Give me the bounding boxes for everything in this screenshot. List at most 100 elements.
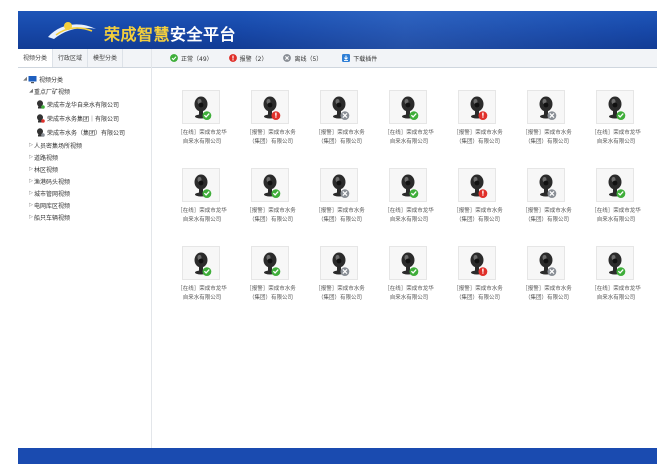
camera-caption-line2: 自来水有限公司 xyxy=(596,295,636,301)
camera-tile[interactable]: ［在线］荣成市龙华 自来水有限公司 xyxy=(377,230,441,304)
tab-video-category[interactable]: 视频分类 xyxy=(18,49,54,67)
camera-caption-line2: （集团）有限公司 xyxy=(317,217,362,223)
camera-thumbnail[interactable] xyxy=(527,168,565,202)
camera-tile[interactable]: ［报警］荣成市水务 （集团）有限公司 xyxy=(515,74,579,148)
camera-caption: ［在线］荣成市龙华 自来水有限公司 xyxy=(170,129,234,147)
camera-caption: ［在线］荣成市龙华 自来水有限公司 xyxy=(377,129,441,147)
tree-leaf-label: 荣成市水务集团｜有限公司 xyxy=(47,115,120,123)
download-plugin-button[interactable]: 下载插件 xyxy=(342,54,377,63)
camera-tile[interactable]: ［在线］荣成市龙华 自来水有限公司 xyxy=(377,152,441,226)
camera-tile[interactable]: ［在线］荣成市龙华 自来水有限公司 xyxy=(584,152,648,226)
filter-offline[interactable]: 离线（5） xyxy=(283,54,322,63)
camera-caption: ［报警］荣成市水务 （集团）有限公司 xyxy=(446,285,510,303)
camera-caption-line2: （集团）有限公司 xyxy=(524,295,569,301)
camera-thumbnail[interactable] xyxy=(527,246,565,280)
camera-caption-line2: 自来水有限公司 xyxy=(389,217,429,223)
camera-tile[interactable]: ［报警］荣成市水务 （集团）有限公司 xyxy=(308,230,372,304)
camera-thumbnail[interactable] xyxy=(251,246,289,280)
tree-item-label: 道路视频 xyxy=(34,154,59,162)
tree-item-key-mines[interactable]: ◢ 重点厂矿视频 xyxy=(22,85,151,97)
filter-normal-label: 正常（49） xyxy=(181,55,213,63)
tree-leaf-label: 荣成市水务（集团）有限公司 xyxy=(47,129,126,137)
camera-thumbnail[interactable] xyxy=(596,168,634,202)
camera-caption-line2: 自来水有限公司 xyxy=(182,139,222,145)
camera-thumbnail[interactable] xyxy=(389,246,427,280)
tree-item-forest[interactable]: ▷ 林区视频 xyxy=(22,163,151,175)
camera-tile[interactable]: ［报警］荣成市水务 （集团）有限公司 xyxy=(239,74,303,148)
camera-tile[interactable]: ［报警］荣成市水务 （集团）有限公司 xyxy=(308,152,372,226)
camera-thumbnail[interactable] xyxy=(458,90,496,124)
camera-thumbnail[interactable] xyxy=(596,246,634,280)
camera-caption-line1: ［在线］荣成市龙华 xyxy=(591,208,641,214)
sidebar-tabs: 视频分类 行政区域 模型分类 xyxy=(18,49,151,68)
camera-tile[interactable]: ［在线］荣成市龙华 自来水有限公司 xyxy=(584,230,648,304)
camera-tile[interactable]: ［在线］荣成市龙华 自来水有限公司 xyxy=(170,152,234,226)
tab-admin-region[interactable]: 行政区域 xyxy=(53,49,89,67)
tree-item-power-reservoir[interactable]: ▷ 电网库区视频 xyxy=(22,199,151,211)
camera-tile[interactable]: ［报警］荣成市水务 （集团）有限公司 xyxy=(446,74,510,148)
tree-leaf-camera[interactable]: 荣成市水务集团｜有限公司 xyxy=(22,111,151,125)
camera-caption-line1: ［报警］荣成市水务 xyxy=(522,130,572,136)
webcam-icon xyxy=(332,96,350,120)
camera-thumbnail[interactable] xyxy=(596,90,634,124)
camera-tile[interactable]: ［报警］荣成市水务 （集团）有限公司 xyxy=(515,230,579,304)
camera-thumbnail[interactable] xyxy=(458,246,496,280)
camera-tile[interactable]: ［在线］荣成市龙华 自来水有限公司 xyxy=(377,74,441,148)
camera-thumbnail[interactable] xyxy=(389,90,427,124)
camera-thumbnail[interactable] xyxy=(527,90,565,124)
filter-normal[interactable]: 正常（49） xyxy=(170,54,213,63)
camera-tile[interactable]: ［在线］荣成市龙华 自来水有限公司 xyxy=(584,74,648,148)
camera-caption: ［报警］荣成市水务 （集团）有限公司 xyxy=(239,129,303,147)
tree-item-label: 电网库区视频 xyxy=(34,202,71,210)
webcam-icon xyxy=(470,174,488,198)
camera-icon xyxy=(37,127,45,137)
camera-tile[interactable]: ［报警］荣成市水务 （集团）有限公司 xyxy=(308,74,372,148)
tree-leaf-camera[interactable]: 荣成市龙华自来水有限公司 xyxy=(22,97,151,111)
webcam-icon xyxy=(608,96,626,120)
camera-caption-line2: 自来水有限公司 xyxy=(596,217,636,223)
camera-thumbnail[interactable] xyxy=(320,90,358,124)
webcam-icon xyxy=(194,252,212,276)
camera-tile[interactable]: ［报警］荣成市水务 （集团）有限公司 xyxy=(446,152,510,226)
tree-item-fishing-port[interactable]: ▷ 渔港码头视频 xyxy=(22,175,151,187)
camera-tile[interactable]: ［在线］荣成市龙华 自来水有限公司 xyxy=(170,74,234,148)
tree-leaf-camera[interactable]: 荣成市水务（集团）有限公司 xyxy=(22,125,151,139)
alarm-icon xyxy=(228,54,237,62)
tab-model-category[interactable]: 模型分类 xyxy=(88,49,124,67)
tree-leaf-label: 荣成市龙华自来水有限公司 xyxy=(47,101,120,109)
camera-thumbnail[interactable] xyxy=(251,90,289,124)
camera-tile[interactable]: ［报警］荣成市水务 （集团）有限公司 xyxy=(239,152,303,226)
camera-tile[interactable]: ［报警］荣成市水务 （集团）有限公司 xyxy=(239,230,303,304)
download-plugin-label: 下载插件 xyxy=(353,55,378,63)
camera-caption: ［报警］荣成市水务 （集团）有限公司 xyxy=(515,285,579,303)
camera-thumbnail[interactable] xyxy=(458,168,496,202)
camera-thumbnail[interactable] xyxy=(320,168,358,202)
camera-thumbnail[interactable] xyxy=(389,168,427,202)
camera-caption-line1: ［报警］荣成市水务 xyxy=(246,208,296,214)
tree-item-city-pipeline[interactable]: ▷ 城市管网视频 xyxy=(22,187,151,199)
webcam-icon xyxy=(539,96,557,120)
webcam-icon xyxy=(263,252,281,276)
camera-caption-line2: （集团）有限公司 xyxy=(524,139,569,145)
camera-tile[interactable]: ［在线］荣成市龙华 自来水有限公司 xyxy=(170,230,234,304)
webcam-icon xyxy=(401,96,419,120)
camera-tile[interactable]: ［报警］荣成市水务 （集团）有限公司 xyxy=(446,230,510,304)
camera-thumbnail[interactable] xyxy=(182,168,220,202)
webcam-icon xyxy=(401,174,419,198)
tree-item-road[interactable]: ▷ 道路视频 xyxy=(22,151,151,163)
tree-item-crowded-places[interactable]: ▷ 人员密集场所视频 xyxy=(22,139,151,151)
tree-root[interactable]: ◢ 视频分类 xyxy=(22,73,151,85)
filter-alarm[interactable]: 报警（2） xyxy=(228,54,268,63)
check-icon xyxy=(170,54,178,62)
camera-caption-line1: ［报警］荣成市水务 xyxy=(315,208,365,214)
camera-thumbnail[interactable] xyxy=(182,90,220,124)
camera-caption-line2: （集团）有限公司 xyxy=(317,139,362,145)
camera-thumbnail[interactable] xyxy=(320,246,358,280)
filter-alarm-label: 报警（2） xyxy=(239,55,268,63)
camera-caption: ［在线］荣成市龙华 自来水有限公司 xyxy=(377,207,441,225)
camera-thumbnail[interactable] xyxy=(182,246,220,280)
camera-caption: ［在线］荣成市龙华 自来水有限公司 xyxy=(377,285,441,303)
tree-item-ships-vehicles[interactable]: ▷ 船只车辆视频 xyxy=(22,211,151,223)
camera-thumbnail[interactable] xyxy=(251,168,289,202)
camera-tile[interactable]: ［报警］荣成市水务 （集团）有限公司 xyxy=(515,152,579,226)
